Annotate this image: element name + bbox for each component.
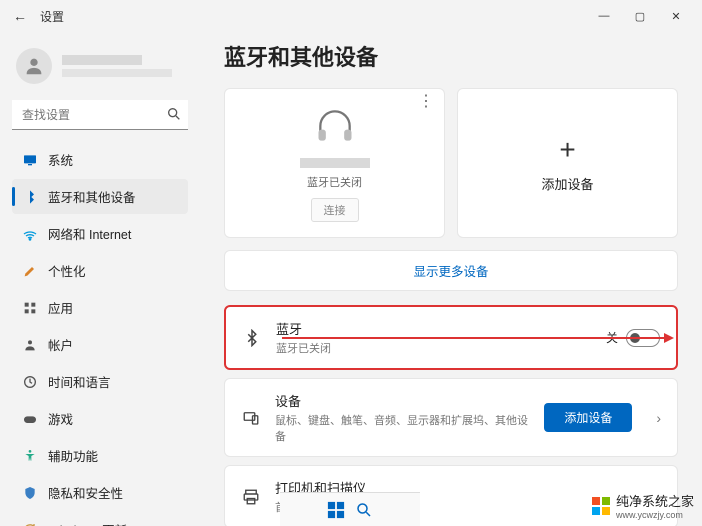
headphones-icon bbox=[313, 104, 357, 148]
nav-label: 系统 bbox=[48, 150, 73, 169]
nav-label: 应用 bbox=[48, 298, 73, 317]
printer-icon bbox=[241, 487, 261, 507]
device-status: 蓝牙已关闭 bbox=[307, 174, 362, 190]
chevron-right-icon: › bbox=[656, 410, 661, 426]
sidebar-item-apps[interactable]: 应用 bbox=[12, 290, 188, 325]
toggle-state-label: 关 bbox=[606, 329, 618, 346]
devices-row[interactable]: 设备 鼠标、键盘、触笔、音频、显示器和扩展坞、其他设备 添加设备 › bbox=[224, 378, 678, 457]
devices-title: 设备 bbox=[275, 391, 530, 410]
search-input[interactable] bbox=[12, 100, 188, 130]
nav-label: 个性化 bbox=[48, 261, 86, 280]
system-icon bbox=[22, 152, 38, 168]
printers-sub: 首选项、疑难解答 bbox=[275, 499, 632, 515]
bluetooth-icon bbox=[22, 189, 38, 205]
nav-label: 游戏 bbox=[48, 409, 73, 428]
chevron-right-icon: › bbox=[656, 489, 661, 505]
sidebar-item-system[interactable]: 系统 bbox=[12, 142, 188, 177]
sidebar: 系统 蓝牙和其他设备 网络和 Internet 个性化 应用 bbox=[0, 32, 200, 526]
nav-label: 帐户 bbox=[48, 335, 73, 354]
connect-button[interactable]: 连接 bbox=[311, 198, 359, 222]
titlebar: ← 设置 — ▢ ✕ bbox=[0, 0, 702, 32]
nav-label: 隐私和安全性 bbox=[48, 483, 123, 502]
page-title: 蓝牙和其他设备 bbox=[224, 40, 678, 72]
maximize-button[interactable]: ▢ bbox=[630, 6, 650, 26]
clock-icon bbox=[22, 374, 38, 390]
sidebar-item-privacy[interactable]: 隐私和安全性 bbox=[12, 475, 188, 510]
sidebar-item-accessibility[interactable]: 辅助功能 bbox=[12, 438, 188, 473]
nav: 系统 蓝牙和其他设备 网络和 Internet 个性化 应用 bbox=[12, 142, 188, 526]
sidebar-item-network[interactable]: 网络和 Internet bbox=[12, 216, 188, 251]
user-profile[interactable] bbox=[12, 40, 188, 100]
user-text bbox=[62, 55, 172, 77]
nav-label: 网络和 Internet bbox=[48, 224, 131, 243]
sidebar-item-personalization[interactable]: 个性化 bbox=[12, 253, 188, 288]
update-icon bbox=[22, 522, 38, 526]
sidebar-item-bluetooth[interactable]: 蓝牙和其他设备 bbox=[12, 179, 188, 214]
card-menu-icon[interactable]: ⋮ bbox=[418, 97, 434, 107]
accounts-icon bbox=[22, 337, 38, 353]
apps-icon bbox=[22, 300, 38, 316]
main-content: 蓝牙和其他设备 ⋮ 蓝牙已关闭 连接 + 添加设备 显示更多设备 bbox=[200, 32, 702, 526]
avatar bbox=[16, 48, 52, 84]
show-more-devices[interactable]: 显示更多设备 bbox=[224, 250, 678, 291]
bluetooth-sub: 蓝牙已关闭 bbox=[276, 340, 592, 356]
add-device-button[interactable]: 添加设备 bbox=[544, 403, 632, 432]
plus-icon: + bbox=[559, 134, 575, 166]
sidebar-item-time[interactable]: 时间和语言 bbox=[12, 364, 188, 399]
paintbrush-icon bbox=[22, 263, 38, 279]
bluetooth-toggle-row: 蓝牙 蓝牙已关闭 关 bbox=[224, 305, 678, 370]
add-device-card[interactable]: + 添加设备 bbox=[457, 88, 678, 238]
nav-label: 时间和语言 bbox=[48, 372, 111, 391]
sidebar-item-update[interactable]: Windows 更新 bbox=[12, 512, 188, 526]
close-button[interactable]: ✕ bbox=[666, 6, 686, 26]
back-button[interactable]: ← bbox=[8, 4, 32, 28]
sidebar-item-gaming[interactable]: 游戏 bbox=[12, 401, 188, 436]
minimize-button[interactable]: — bbox=[594, 6, 614, 26]
bluetooth-icon bbox=[242, 328, 262, 348]
sidebar-item-accounts[interactable]: 帐户 bbox=[12, 327, 188, 362]
gaming-icon bbox=[22, 411, 38, 427]
bluetooth-title: 蓝牙 bbox=[276, 319, 592, 338]
printers-title: 打印机和扫描仪 bbox=[275, 478, 632, 497]
nav-label: 辅助功能 bbox=[48, 446, 98, 465]
nav-label: 蓝牙和其他设备 bbox=[48, 187, 136, 206]
shield-icon bbox=[22, 485, 38, 501]
app-title: 设置 bbox=[40, 8, 64, 25]
device-name-redacted bbox=[300, 158, 370, 168]
accessibility-icon bbox=[22, 448, 38, 464]
printers-row[interactable]: 打印机和扫描仪 首选项、疑难解答 › bbox=[224, 465, 678, 526]
search-icon bbox=[166, 106, 182, 122]
network-icon bbox=[22, 226, 38, 242]
nav-label: Windows 更新 bbox=[48, 520, 127, 526]
devices-sub: 鼠标、键盘、触笔、音频、显示器和扩展坞、其他设备 bbox=[275, 412, 530, 444]
devices-icon bbox=[241, 408, 261, 428]
paired-device-card[interactable]: ⋮ 蓝牙已关闭 连接 bbox=[224, 88, 445, 238]
add-device-label: 添加设备 bbox=[541, 174, 593, 193]
bluetooth-toggle[interactable] bbox=[626, 329, 660, 347]
